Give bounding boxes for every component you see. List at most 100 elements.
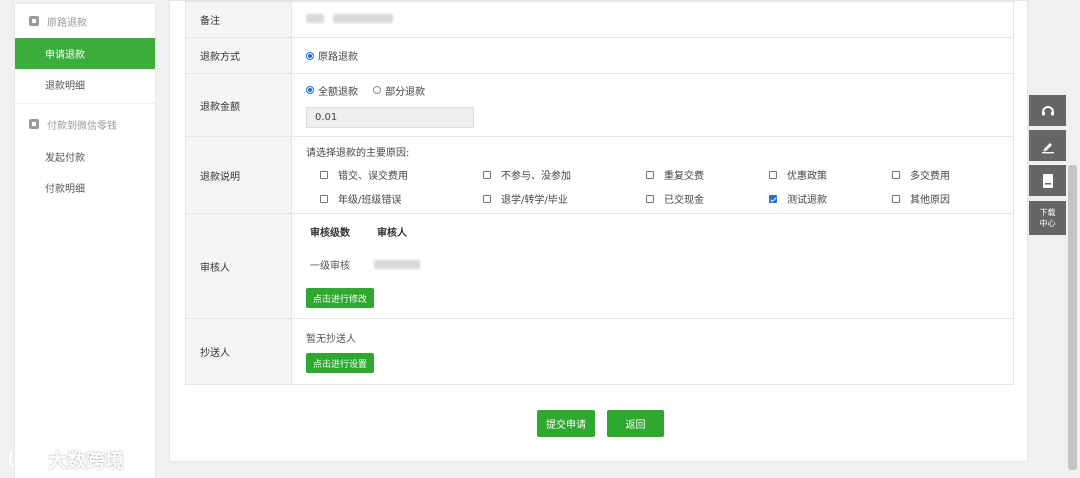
- reason-checkbox[interactable]: 已交现金: [646, 191, 769, 206]
- checkbox-icon: [646, 194, 654, 203]
- sidebar-item-payment-details[interactable]: 付款明细: [15, 172, 155, 203]
- auditor-value: 审核级数 审核人 一级审核 点击进行修改: [291, 213, 1014, 319]
- checkbox-icon: [646, 170, 654, 179]
- edit-icon: [1041, 142, 1054, 153]
- auditor-table-header: 审核级数 审核人: [306, 224, 1013, 239]
- submit-button[interactable]: 提交申请: [537, 410, 595, 437]
- radio-label: 全额退款: [318, 86, 358, 98]
- reason-checkbox[interactable]: 优惠政策: [769, 167, 892, 182]
- watermark: 大数跨境: [8, 446, 124, 473]
- form-row-remark: 备注: [185, 1, 1014, 38]
- remark-label: 备注: [185, 1, 292, 38]
- radio-unselected-icon: [373, 86, 382, 94]
- wallet-icon: [29, 119, 39, 129]
- sidebar-divider: [15, 103, 155, 104]
- sidebar-item-label: 申请退款: [45, 50, 85, 61]
- watermark-text: 大数跨境: [48, 450, 125, 472]
- edit-tool-button[interactable]: [1029, 130, 1066, 161]
- checkbox-icon: [892, 194, 900, 203]
- blurred-text: [374, 260, 420, 269]
- back-button[interactable]: 返回: [607, 410, 664, 437]
- reason-checkbox[interactable]: 不参与、没参加: [483, 167, 646, 182]
- checkbox-label: 错交、误交费用: [338, 171, 408, 182]
- sidebar-item-label: 付款明细: [45, 184, 85, 195]
- cc-value: 暂无抄送人 点击进行设置: [291, 318, 1014, 385]
- checkbox-label: 退学/转学/毕业: [501, 195, 568, 206]
- form-row-amount: 退款金额 全额退款 部分退款 0.01: [185, 73, 1014, 137]
- sidebar-item-refund-details[interactable]: 退款明细: [15, 69, 155, 100]
- sidebar-item-label: 发起付款: [45, 153, 85, 164]
- checkbox-icon: [769, 170, 777, 179]
- sidebar-group-refund: 原路退款: [15, 4, 155, 38]
- sidebar-group-label: 原路退款: [47, 17, 87, 29]
- book-tool-button[interactable]: [1029, 165, 1066, 196]
- checkbox-label: 测试退款: [787, 195, 827, 206]
- checkbox-icon: [483, 194, 491, 203]
- audit-level-cell: 一级审核: [310, 261, 350, 272]
- reason-value: 请选择退款的主要原因: 错交、误交费用 不参与、没参加 重复交费 优惠政策 多交…: [291, 136, 1014, 214]
- auditor-label: 审核人: [185, 213, 292, 319]
- reason-checkbox[interactable]: 退学/转学/毕业: [483, 191, 646, 206]
- reason-label: 退款说明: [185, 136, 292, 214]
- checkbox-icon: [320, 194, 328, 203]
- remark-value: [291, 1, 1014, 38]
- scrollbar[interactable]: [1068, 165, 1077, 470]
- cc-label: 抄送人: [185, 318, 292, 385]
- download-center-label: 中心: [1039, 219, 1056, 228]
- reason-prompt: 请选择退款的主要原因:: [306, 148, 410, 159]
- sidebar-item-label: 退款明细: [45, 81, 85, 92]
- sidebar-group-wechat-pay: 付款到微信零钱: [15, 107, 155, 141]
- checkbox-checked-icon: [769, 194, 777, 203]
- checkbox-label: 年级/班级错误: [338, 195, 402, 206]
- refund-icon: [29, 16, 39, 26]
- column-header-person: 审核人: [377, 228, 407, 239]
- auditor-table-row: 一级审核: [306, 257, 1013, 272]
- sidebar: 原路退款 申请退款 退款明细 付款到微信零钱 发起付款 付款明细: [14, 3, 156, 478]
- amount-radio-full[interactable]: 全额退款: [306, 83, 358, 98]
- reason-checkbox[interactable]: 年级/班级错误: [320, 191, 483, 206]
- blurred-text: [306, 13, 324, 23]
- checkbox-label: 重复交费: [664, 171, 704, 182]
- support-tool-button[interactable]: [1029, 95, 1066, 126]
- method-label: 退款方式: [185, 37, 292, 74]
- checkbox-icon: [892, 170, 900, 179]
- amount-input-value: 0.01: [315, 111, 338, 123]
- method-value: 原路退款: [291, 37, 1014, 74]
- reason-checkbox[interactable]: 重复交费: [646, 167, 769, 182]
- form-row-auditor: 审核人 审核级数 审核人 一级审核 点击进行修改: [185, 213, 1014, 319]
- checkbox-label: 已交现金: [664, 195, 704, 206]
- modify-auditor-button[interactable]: 点击进行修改: [306, 288, 375, 308]
- download-center-label: 下载: [1039, 208, 1056, 217]
- amount-radio-partial[interactable]: 部分退款: [373, 83, 425, 98]
- reason-checkbox[interactable]: 多交费用: [892, 167, 1002, 182]
- form-row-method: 退款方式 原路退款: [185, 37, 1014, 74]
- set-cc-button[interactable]: 点击进行设置: [306, 353, 375, 373]
- radio-label: 原路退款: [318, 52, 358, 63]
- sidebar-item-apply-refund[interactable]: 申请退款: [15, 38, 155, 69]
- checkbox-icon: [483, 170, 491, 179]
- checkbox-label: 不参与、没参加: [501, 171, 571, 182]
- reason-checkbox[interactable]: 其他原因: [892, 191, 1002, 206]
- checkbox-label: 其他原因: [910, 195, 950, 206]
- radio-label: 部分退款: [385, 86, 426, 98]
- amount-label: 退款金额: [185, 73, 292, 137]
- form-row-cc: 抄送人 暂无抄送人 点击进行设置: [185, 318, 1014, 385]
- checkbox-icon: [320, 170, 328, 179]
- book-icon: [1042, 173, 1053, 188]
- reason-checkbox-grid: 错交、误交费用 不参与、没参加 重复交费 优惠政策 多交费用 年级/班级错误 退…: [306, 167, 1013, 206]
- amount-value: 全额退款 部分退款 0.01: [291, 73, 1014, 137]
- method-radio-original[interactable]: 原路退款: [306, 48, 358, 63]
- main-panel: 备注 退款方式 原路退款 退款金额 全额退款 部分退款 0.01 退款说明 请选…: [169, 0, 1028, 462]
- sidebar-group-label: 付款到微信零钱: [47, 120, 117, 132]
- checkbox-label: 多交费用: [910, 171, 950, 182]
- sidebar-item-start-payment[interactable]: 发起付款: [15, 141, 155, 172]
- form-row-reason: 退款说明 请选择退款的主要原因: 错交、误交费用 不参与、没参加 重复交费 优惠…: [185, 136, 1014, 214]
- reason-checkbox-checked[interactable]: 测试退款: [769, 191, 892, 206]
- cc-empty-text: 暂无抄送人: [306, 334, 356, 345]
- radio-selected-icon: [306, 51, 314, 60]
- amount-input[interactable]: 0.01: [306, 106, 474, 128]
- reason-checkbox[interactable]: 错交、误交费用: [320, 167, 483, 182]
- download-center-button[interactable]: 下载 中心: [1029, 201, 1066, 235]
- radio-selected-icon: [306, 86, 314, 94]
- watermark-logo-icon: [8, 451, 46, 467]
